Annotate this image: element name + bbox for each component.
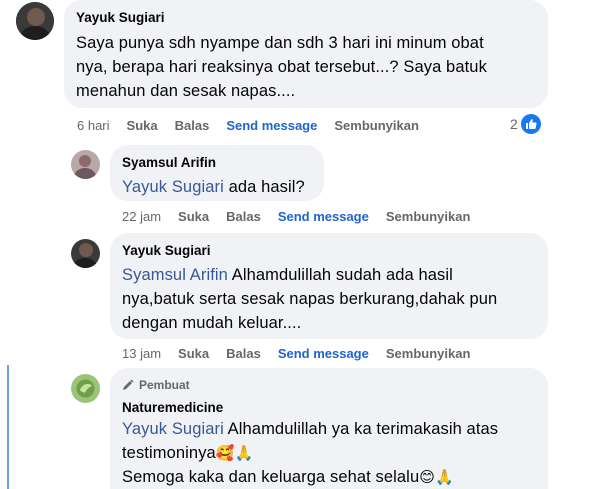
reaction-count: 2 bbox=[510, 116, 518, 132]
hide-button[interactable]: Sembunyikan bbox=[334, 118, 419, 133]
send-message-button[interactable]: Send message bbox=[226, 118, 317, 133]
reply-button[interactable]: Balas bbox=[226, 346, 261, 361]
comment-bubble: Syamsul Arifin Yayuk Sugiari ada hasil? bbox=[110, 145, 324, 201]
comment-text: ada hasil? bbox=[223, 178, 305, 196]
thread-line bbox=[7, 365, 9, 489]
comment-text: Alhamdulillah ya ka terimakasih atas bbox=[223, 420, 499, 438]
comment-actions: 22 jam Suka Balas Send message Sembunyik… bbox=[122, 207, 487, 225]
avatar[interactable] bbox=[71, 150, 100, 179]
timestamp[interactable]: 6 hari bbox=[77, 118, 110, 133]
avatar[interactable] bbox=[71, 239, 100, 268]
timestamp[interactable]: 13 jam bbox=[122, 346, 161, 361]
comment-author[interactable]: Naturemedicine bbox=[122, 399, 536, 417]
timestamp[interactable]: 22 jam bbox=[122, 209, 161, 224]
comment-actions: 13 jam Suka Balas Send message Sembunyik… bbox=[122, 344, 487, 362]
send-message-button[interactable]: Send message bbox=[278, 209, 369, 224]
pencil-icon bbox=[123, 379, 134, 390]
avatar[interactable] bbox=[71, 374, 100, 403]
send-message-button[interactable]: Send message bbox=[278, 346, 369, 361]
hide-button[interactable]: Sembunyikan bbox=[386, 346, 471, 361]
reply-button[interactable]: Balas bbox=[226, 209, 261, 224]
comment-text-line: menahun dan sesak napas.... bbox=[76, 82, 296, 100]
comment-text-line: testimoninya bbox=[122, 444, 216, 462]
comment-bubble: Pembuat Naturemedicine Yayuk Sugiari Alh… bbox=[110, 368, 548, 489]
emoji-face-hearts-pray: 🥰🙏 bbox=[215, 444, 254, 462]
reply-button[interactable]: Balas bbox=[175, 118, 210, 133]
comment-text-line: nya,batuk serta sesak napas berkurang,da… bbox=[122, 290, 498, 308]
like-button[interactable]: Suka bbox=[178, 346, 209, 361]
like-reaction-icon bbox=[520, 114, 541, 134]
comment-actions: 6 hari Suka Balas Send message Sembunyik… bbox=[77, 116, 436, 134]
avatar[interactable] bbox=[16, 2, 54, 40]
mention-link[interactable]: Yayuk Sugiari bbox=[122, 420, 224, 438]
comment-bubble: Yayuk Sugiari Saya punya sdh nyampe dan … bbox=[64, 0, 548, 108]
comment-bubble: Yayuk Sugiari Syamsul Arifin Alhamdulill… bbox=[110, 233, 548, 339]
author-badge: Pembuat bbox=[122, 377, 536, 393]
mention-link[interactable]: Syamsul Arifin bbox=[122, 266, 228, 284]
comment-author[interactable]: Syamsul Arifin bbox=[122, 154, 312, 172]
comment-author[interactable]: Yayuk Sugiari bbox=[122, 242, 536, 260]
emoji-smile-pray: 😊🙏 bbox=[419, 468, 454, 486]
like-button[interactable]: Suka bbox=[178, 209, 209, 224]
comment-text-line: dengan mudah keluar.... bbox=[122, 314, 302, 332]
comment-author[interactable]: Yayuk Sugiari bbox=[76, 9, 536, 27]
comment-text-line: Semoga kaka dan keluarga sehat selalu bbox=[122, 468, 420, 486]
comment-text-line: Saya punya sdh nyampe dan sdh 3 hari ini… bbox=[76, 34, 484, 52]
comment-text-line: nya, berapa hari reaksinya obat tersebut… bbox=[76, 58, 487, 76]
badge-label: Pembuat bbox=[139, 378, 190, 392]
reaction-summary[interactable]: 2 bbox=[510, 114, 541, 134]
like-button[interactable]: Suka bbox=[127, 118, 158, 133]
mention-link[interactable]: Yayuk Sugiari bbox=[122, 178, 224, 196]
comment-text: Alhamdulillah sudah ada hasil bbox=[227, 266, 453, 284]
hide-button[interactable]: Sembunyikan bbox=[386, 209, 471, 224]
